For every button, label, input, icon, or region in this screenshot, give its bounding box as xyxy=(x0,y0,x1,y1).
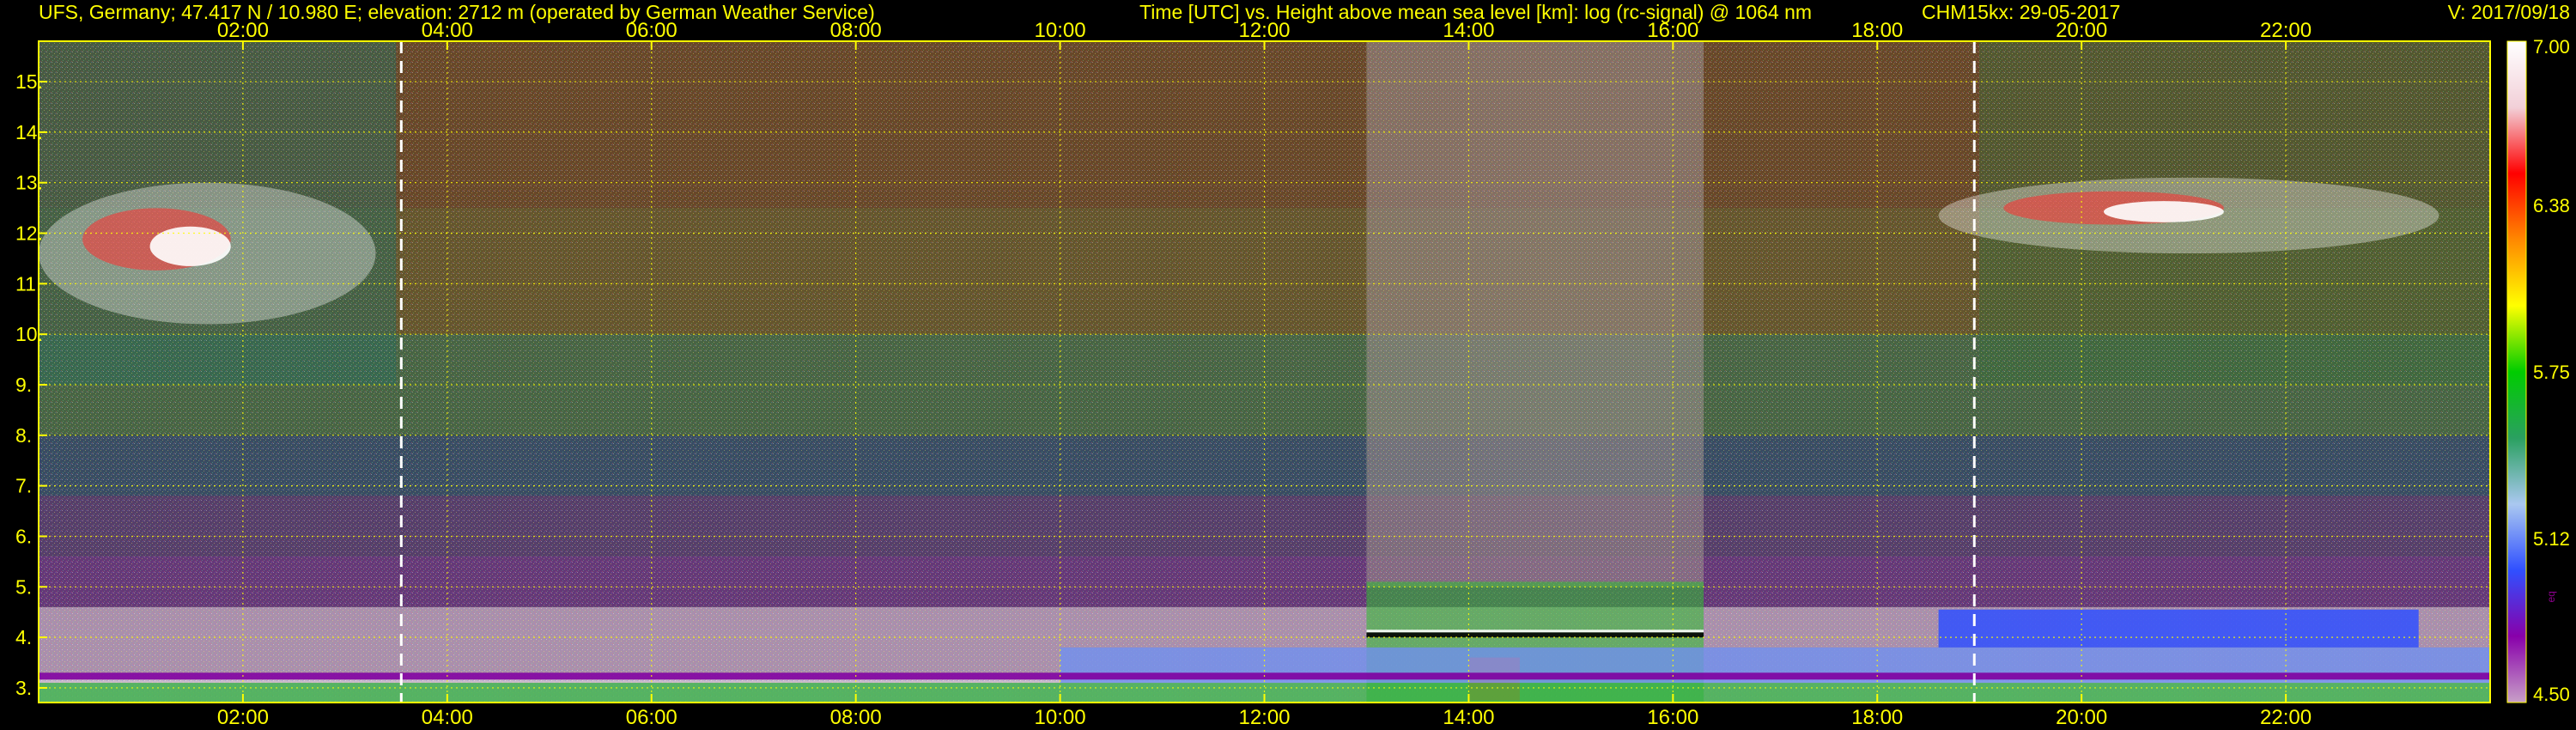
x-tick-label: 10:00 xyxy=(1035,19,1086,42)
x-tick-label: 14:00 xyxy=(1443,706,1494,729)
boundary-layer-top xyxy=(1366,632,1704,638)
y-tick-label: 7. xyxy=(15,475,32,497)
colorbar-label: eq xyxy=(2545,591,2557,602)
y-tick-label: 14. xyxy=(15,121,43,143)
x-tick-label: 10:00 xyxy=(1035,706,1086,729)
y-tick-label: 8. xyxy=(15,424,32,447)
colorbar-tick-label: 5.12 xyxy=(2533,528,2570,550)
lidar-quicklook: UFS, Germany; 47.417 N / 10.980 E; eleva… xyxy=(0,0,2576,730)
x-tick-label: 20:00 xyxy=(2056,706,2107,729)
colorbar-tick-label: 5.75 xyxy=(2533,362,2570,383)
x-tick-label: 02:00 xyxy=(217,19,269,42)
colorbar-tick-label: 6.38 xyxy=(2533,195,2570,216)
x-tick-label: 22:00 xyxy=(2260,19,2312,42)
x-tick-label: 12:00 xyxy=(1238,19,1290,42)
boundary-layer-top xyxy=(1366,630,1704,633)
x-tick-label: 14:00 xyxy=(1443,19,1494,42)
x-tick-label: 06:00 xyxy=(626,19,677,42)
colorbar-tick-label: 4.50 xyxy=(2533,684,2570,705)
x-tick-label: 12:00 xyxy=(1238,706,1290,729)
x-tick-label: 02:00 xyxy=(217,706,269,729)
y-tick-label: 12. xyxy=(15,222,43,245)
plot-area xyxy=(39,41,2490,703)
x-tick-label: 04:00 xyxy=(422,706,473,729)
y-tick-label: 11. xyxy=(15,272,41,295)
y-tick-label: 10. xyxy=(15,323,43,345)
x-tick-label: 08:00 xyxy=(830,706,882,729)
y-tick-label: 6. xyxy=(15,525,32,547)
colorbar-tick-label: 7.00 xyxy=(2533,36,2570,58)
x-tick-label: 20:00 xyxy=(2056,19,2107,42)
y-tick-label: 15. xyxy=(15,70,43,93)
y-tick-label: 4. xyxy=(15,626,32,648)
x-tick-label: 18:00 xyxy=(1851,19,1903,42)
y-tick-label: 13. xyxy=(15,172,43,194)
aerosol-layer xyxy=(1938,609,2419,648)
x-tick-label: 16:00 xyxy=(1647,706,1698,729)
x-tick-label: 16:00 xyxy=(1647,19,1698,42)
cirrus-cloud-core xyxy=(2103,201,2224,222)
x-tick-label: 08:00 xyxy=(830,19,882,42)
y-tick-label: 3. xyxy=(15,677,32,699)
colorbar-scale xyxy=(2506,40,2527,703)
cirrus-cloud-core xyxy=(149,226,231,266)
x-tick-label: 18:00 xyxy=(1851,706,1903,729)
y-tick-label: 9. xyxy=(15,374,32,396)
colorbar: 7.00 6.38 5.75 5.12 4.50 eq xyxy=(2506,36,2570,705)
y-tick-label: 5. xyxy=(15,575,32,598)
x-tick-label: 22:00 xyxy=(2260,706,2312,729)
x-tick-label: 06:00 xyxy=(626,706,677,729)
version-label: V: 2017/09/18 xyxy=(2448,1,2570,23)
x-tick-label: 04:00 xyxy=(422,19,473,42)
heatmap-chart: UFS, Germany; 47.417 N / 10.980 E; eleva… xyxy=(15,1,2570,729)
